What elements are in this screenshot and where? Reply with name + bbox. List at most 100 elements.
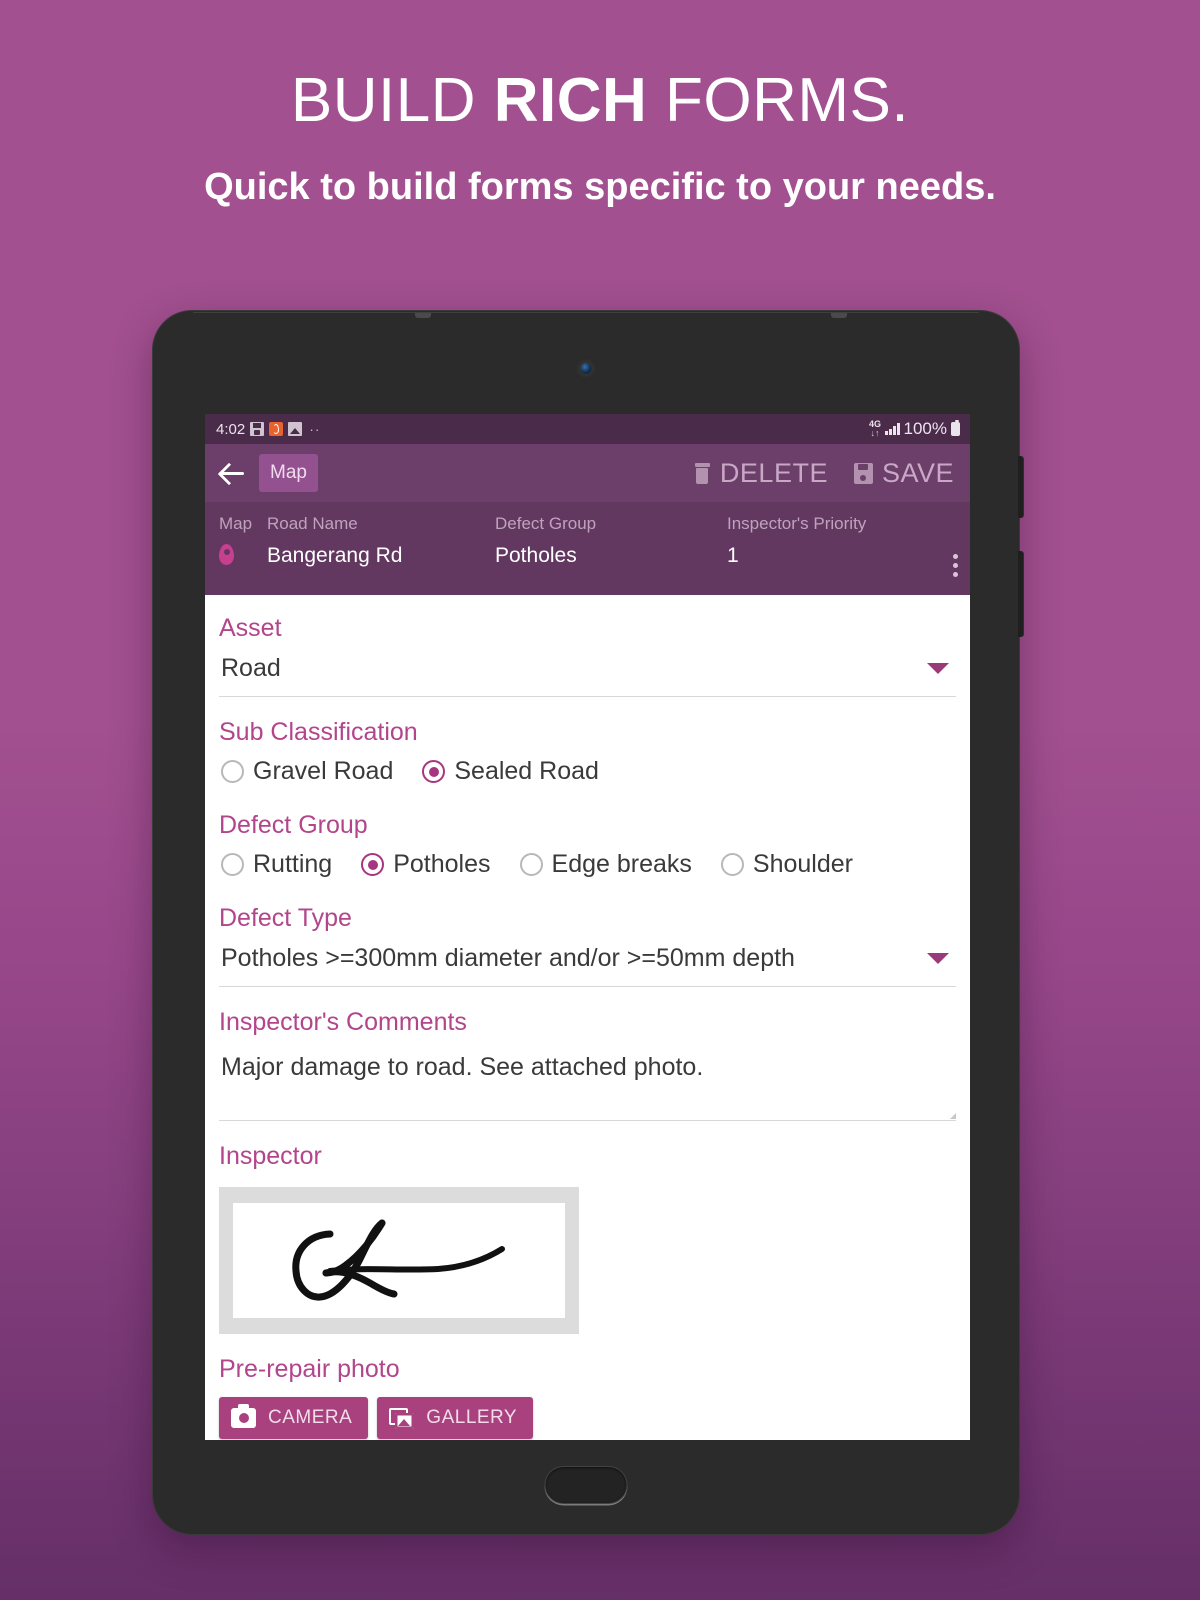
power-button[interactable]	[1018, 456, 1024, 518]
summary-group-label: Defect Group	[495, 514, 597, 533]
trash-icon	[694, 462, 711, 484]
sub-classification-section: Sub Classification Gravel Road Sealed Ro…	[219, 718, 956, 790]
network-type-icon: 4G ↓↑	[869, 420, 881, 438]
promo-banner: BUILD RICH FORMS. Quick to build forms s…	[0, 70, 1200, 209]
save-button-label: SAVE	[881, 457, 954, 488]
sub-classification-radio-group: Gravel Road Sealed Road	[219, 747, 956, 790]
radio-label: Shoulder	[752, 850, 853, 878]
speaker-slot-right	[831, 313, 847, 318]
home-button[interactable]	[544, 1466, 628, 1504]
radio-edge-breaks[interactable]: Edge breaks	[519, 850, 692, 879]
radio-dot	[422, 760, 446, 783]
defect-group-radio-group: Rutting Potholes Edge breaks Shoulder	[219, 840, 956, 883]
radio-label: Edge breaks	[551, 850, 692, 878]
defect-group-label: Defect Group	[219, 811, 368, 839]
gallery-icon	[389, 1407, 415, 1429]
radio-dot	[221, 853, 244, 876]
floppy-disk-icon	[853, 462, 873, 484]
inspector-label: Inspector	[219, 1142, 322, 1170]
radio-dot	[221, 760, 244, 783]
comments-label: Inspector's Comments	[219, 1008, 467, 1036]
defect-type-section: Defect Type Potholes >=300mm diameter an…	[219, 904, 956, 987]
summary-priority-column: Inspector's Priority 1	[727, 514, 958, 568]
inspection-form: Asset Road Sub Classification Gravel Roa…	[205, 600, 970, 1440]
photo-buttons: CAMERA GALLERY	[219, 1397, 956, 1439]
front-camera-icon	[580, 363, 592, 374]
battery-percent-label: 100%	[903, 419, 947, 438]
volume-button[interactable]	[1018, 551, 1024, 637]
defect-type-label: Defect Type	[219, 904, 352, 932]
image-icon	[288, 422, 303, 436]
summary-priority-value: 1	[727, 544, 739, 567]
save-icon	[250, 422, 265, 436]
promo-title: BUILD RICH FORMS.	[0, 70, 1200, 132]
asset-label: Asset	[219, 614, 282, 642]
radio-dot	[519, 853, 543, 876]
promo-title-bold: RICH	[493, 66, 648, 135]
map-pin-icon[interactable]	[219, 544, 234, 565]
overflow-menu-icon[interactable]	[953, 554, 958, 577]
radio-label: Potholes	[393, 850, 491, 878]
summary-group-column: Defect Group Potholes	[495, 514, 727, 568]
radio-sealed-road[interactable]: Sealed Road	[422, 757, 599, 786]
status-bar-left: 4:02 ··	[216, 420, 321, 438]
radio-label: Sealed Road	[454, 757, 599, 785]
promo-subtitle: Quick to build forms specific to your ne…	[204, 166, 996, 208]
delete-button-label: DELETE	[719, 457, 828, 488]
signal-bars-icon	[885, 423, 900, 435]
radio-label: Rutting	[253, 850, 333, 878]
app-bar-actions: DELETE SAVE	[694, 458, 958, 489]
map-chip-button[interactable]: Map	[259, 454, 318, 492]
radio-gravel-road[interactable]: Gravel Road	[221, 757, 393, 786]
asset-value: Road	[221, 654, 281, 682]
save-button[interactable]: SAVE	[853, 457, 954, 489]
record-summary-bar: Map Road Name Bangerang Rd Defect Group …	[205, 502, 970, 595]
comments-section: Inspector's Comments Major damage to roa…	[219, 1008, 956, 1121]
chevron-down-icon	[927, 663, 949, 674]
camera-button[interactable]: CAMERA	[219, 1397, 369, 1439]
summary-map-label: Map	[219, 514, 253, 533]
camera-icon	[231, 1404, 256, 1428]
promo-title-post: FORMS.	[647, 66, 910, 135]
app-bar: Map DELETE SAVE	[205, 444, 970, 502]
network-data-arrows: ↓↑	[870, 428, 880, 438]
radio-rutting[interactable]: Rutting	[221, 850, 332, 879]
summary-group-value: Potholes	[495, 544, 577, 567]
defect-type-value: Potholes >=300mm diameter and/or >=50mm …	[221, 944, 795, 972]
signature-canvas[interactable]	[233, 1203, 565, 1318]
radio-dot	[720, 853, 744, 876]
speaker-slot-left	[415, 313, 431, 318]
summary-road-label: Road Name	[267, 514, 358, 533]
back-arrow-icon[interactable]	[219, 459, 247, 487]
inspector-section: Inspector	[219, 1142, 956, 1334]
defect-group-section: Defect Group Rutting Potholes Edge break…	[219, 811, 956, 883]
delete-button[interactable]: DELETE	[694, 458, 828, 489]
summary-road-value: Bangerang Rd	[267, 544, 403, 567]
promo-title-pre: BUILD	[290, 66, 494, 135]
asset-dropdown[interactable]: Road	[219, 643, 956, 697]
app-icon	[269, 422, 284, 436]
handwritten-signature-icon	[292, 1219, 505, 1301]
device-screen: 4:02 ·· 4G ↓↑ 100% Map DELETE SAVE Map R…	[205, 414, 970, 1440]
radio-shoulder[interactable]: Shoulder	[720, 850, 853, 879]
status-time: 4:02	[216, 420, 246, 438]
battery-icon	[951, 420, 960, 436]
chevron-down-icon	[927, 953, 949, 964]
comments-value: Major damage to road. See attached photo…	[221, 1053, 704, 1081]
signature-pad[interactable]	[219, 1187, 579, 1334]
status-bar-right: 4G ↓↑ 100%	[869, 419, 960, 439]
comments-textarea[interactable]: Major damage to road. See attached photo…	[219, 1037, 956, 1121]
summary-priority-label: Inspector's Priority	[727, 514, 867, 533]
gallery-button[interactable]: GALLERY	[377, 1397, 534, 1439]
radio-dot	[361, 853, 385, 876]
status-bar: 4:02 ·· 4G ↓↑ 100%	[205, 414, 970, 444]
asset-section: Asset Road	[219, 600, 956, 697]
radio-potholes[interactable]: Potholes	[361, 850, 491, 879]
summary-road-column: Road Name Bangerang Rd	[267, 514, 495, 568]
defect-type-dropdown[interactable]: Potholes >=300mm diameter and/or >=50mm …	[219, 933, 956, 987]
sub-classification-label: Sub Classification	[219, 718, 418, 746]
camera-button-label: CAMERA	[268, 1407, 353, 1428]
app-bar-left: Map	[219, 454, 318, 492]
tablet-device: 4:02 ·· 4G ↓↑ 100% Map DELETE SAVE Map R…	[152, 310, 1024, 1535]
summary-map-column[interactable]: Map	[219, 514, 267, 565]
